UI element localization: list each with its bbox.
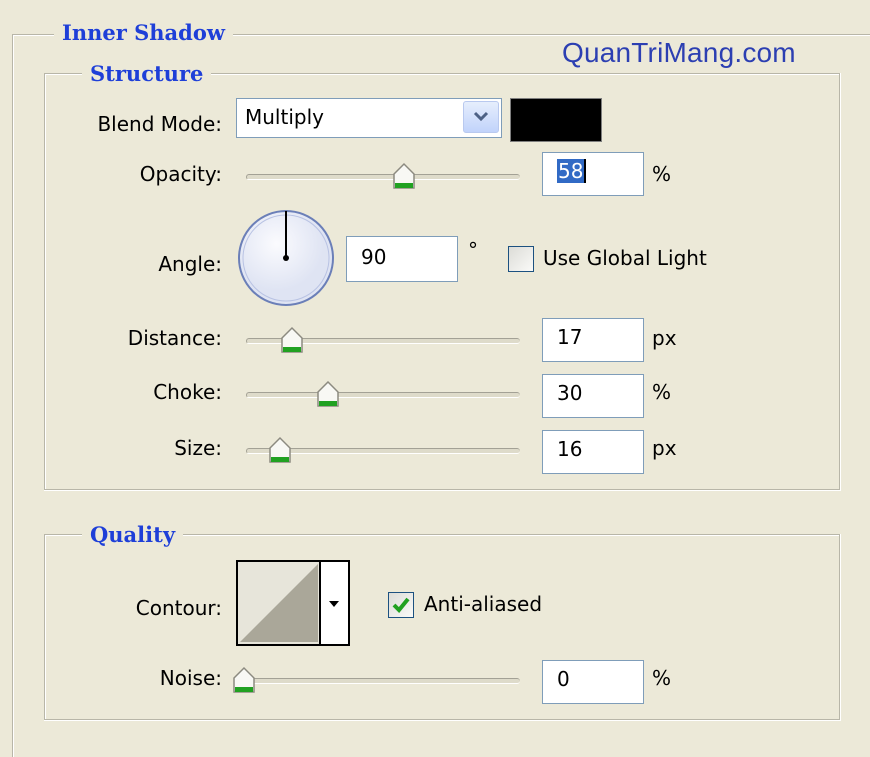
distance-slider-thumb[interactable] — [280, 326, 304, 354]
shadow-color-swatch[interactable] — [510, 98, 602, 142]
size-label: Size: — [174, 436, 222, 460]
anti-aliased-checkbox[interactable] — [388, 592, 414, 618]
choke-unit: % — [652, 380, 672, 404]
blend-mode-label: Blend Mode: — [97, 112, 222, 136]
inner-shadow-title: Inner Shadow — [54, 20, 233, 46]
opacity-label: Opacity: — [139, 162, 222, 186]
noise-slider-track[interactable] — [246, 678, 520, 684]
distance-label: Distance: — [127, 326, 222, 350]
noise-unit: % — [652, 666, 672, 690]
opacity-unit: % — [652, 162, 672, 186]
opacity-slider-thumb[interactable] — [392, 162, 416, 190]
angle-unit: ° — [468, 238, 478, 262]
size-slider-thumb[interactable] — [268, 436, 292, 464]
noise-input[interactable]: 0 — [542, 660, 644, 704]
opacity-input[interactable]: 58 — [542, 152, 644, 196]
choke-input[interactable]: 30 — [542, 374, 644, 418]
angle-dial[interactable] — [236, 208, 336, 308]
anti-aliased-label: Anti-aliased — [424, 592, 543, 616]
choke-label: Choke: — [153, 380, 222, 404]
size-unit: px — [652, 436, 677, 460]
use-global-light-label: Use Global Light — [543, 246, 707, 270]
structure-title: Structure — [82, 61, 212, 87]
watermark: QuanTriMang.com — [562, 37, 796, 68]
contour-picker[interactable] — [236, 560, 350, 646]
blend-mode-select[interactable]: Multiply — [236, 98, 502, 138]
blend-mode-value: Multiply — [245, 105, 324, 129]
opacity-slider-track[interactable] — [246, 174, 520, 180]
noise-label: Noise: — [159, 666, 222, 690]
quality-title: Quality — [82, 522, 184, 548]
contour-label: Contour: — [135, 596, 222, 620]
size-input[interactable]: 16 — [542, 430, 644, 474]
chevron-down-icon[interactable] — [463, 101, 499, 133]
choke-slider-track[interactable] — [246, 392, 520, 398]
angle-label: Angle: — [158, 252, 222, 276]
distance-unit: px — [652, 326, 677, 350]
linear-contour-icon — [238, 562, 339, 644]
use-global-light-checkbox[interactable] — [508, 246, 534, 272]
angle-input[interactable]: 90 — [346, 236, 458, 282]
noise-slider-thumb[interactable] — [232, 666, 256, 694]
choke-slider-thumb[interactable] — [316, 380, 340, 408]
distance-input[interactable]: 17 — [542, 318, 644, 362]
checkmark-icon — [392, 597, 410, 613]
